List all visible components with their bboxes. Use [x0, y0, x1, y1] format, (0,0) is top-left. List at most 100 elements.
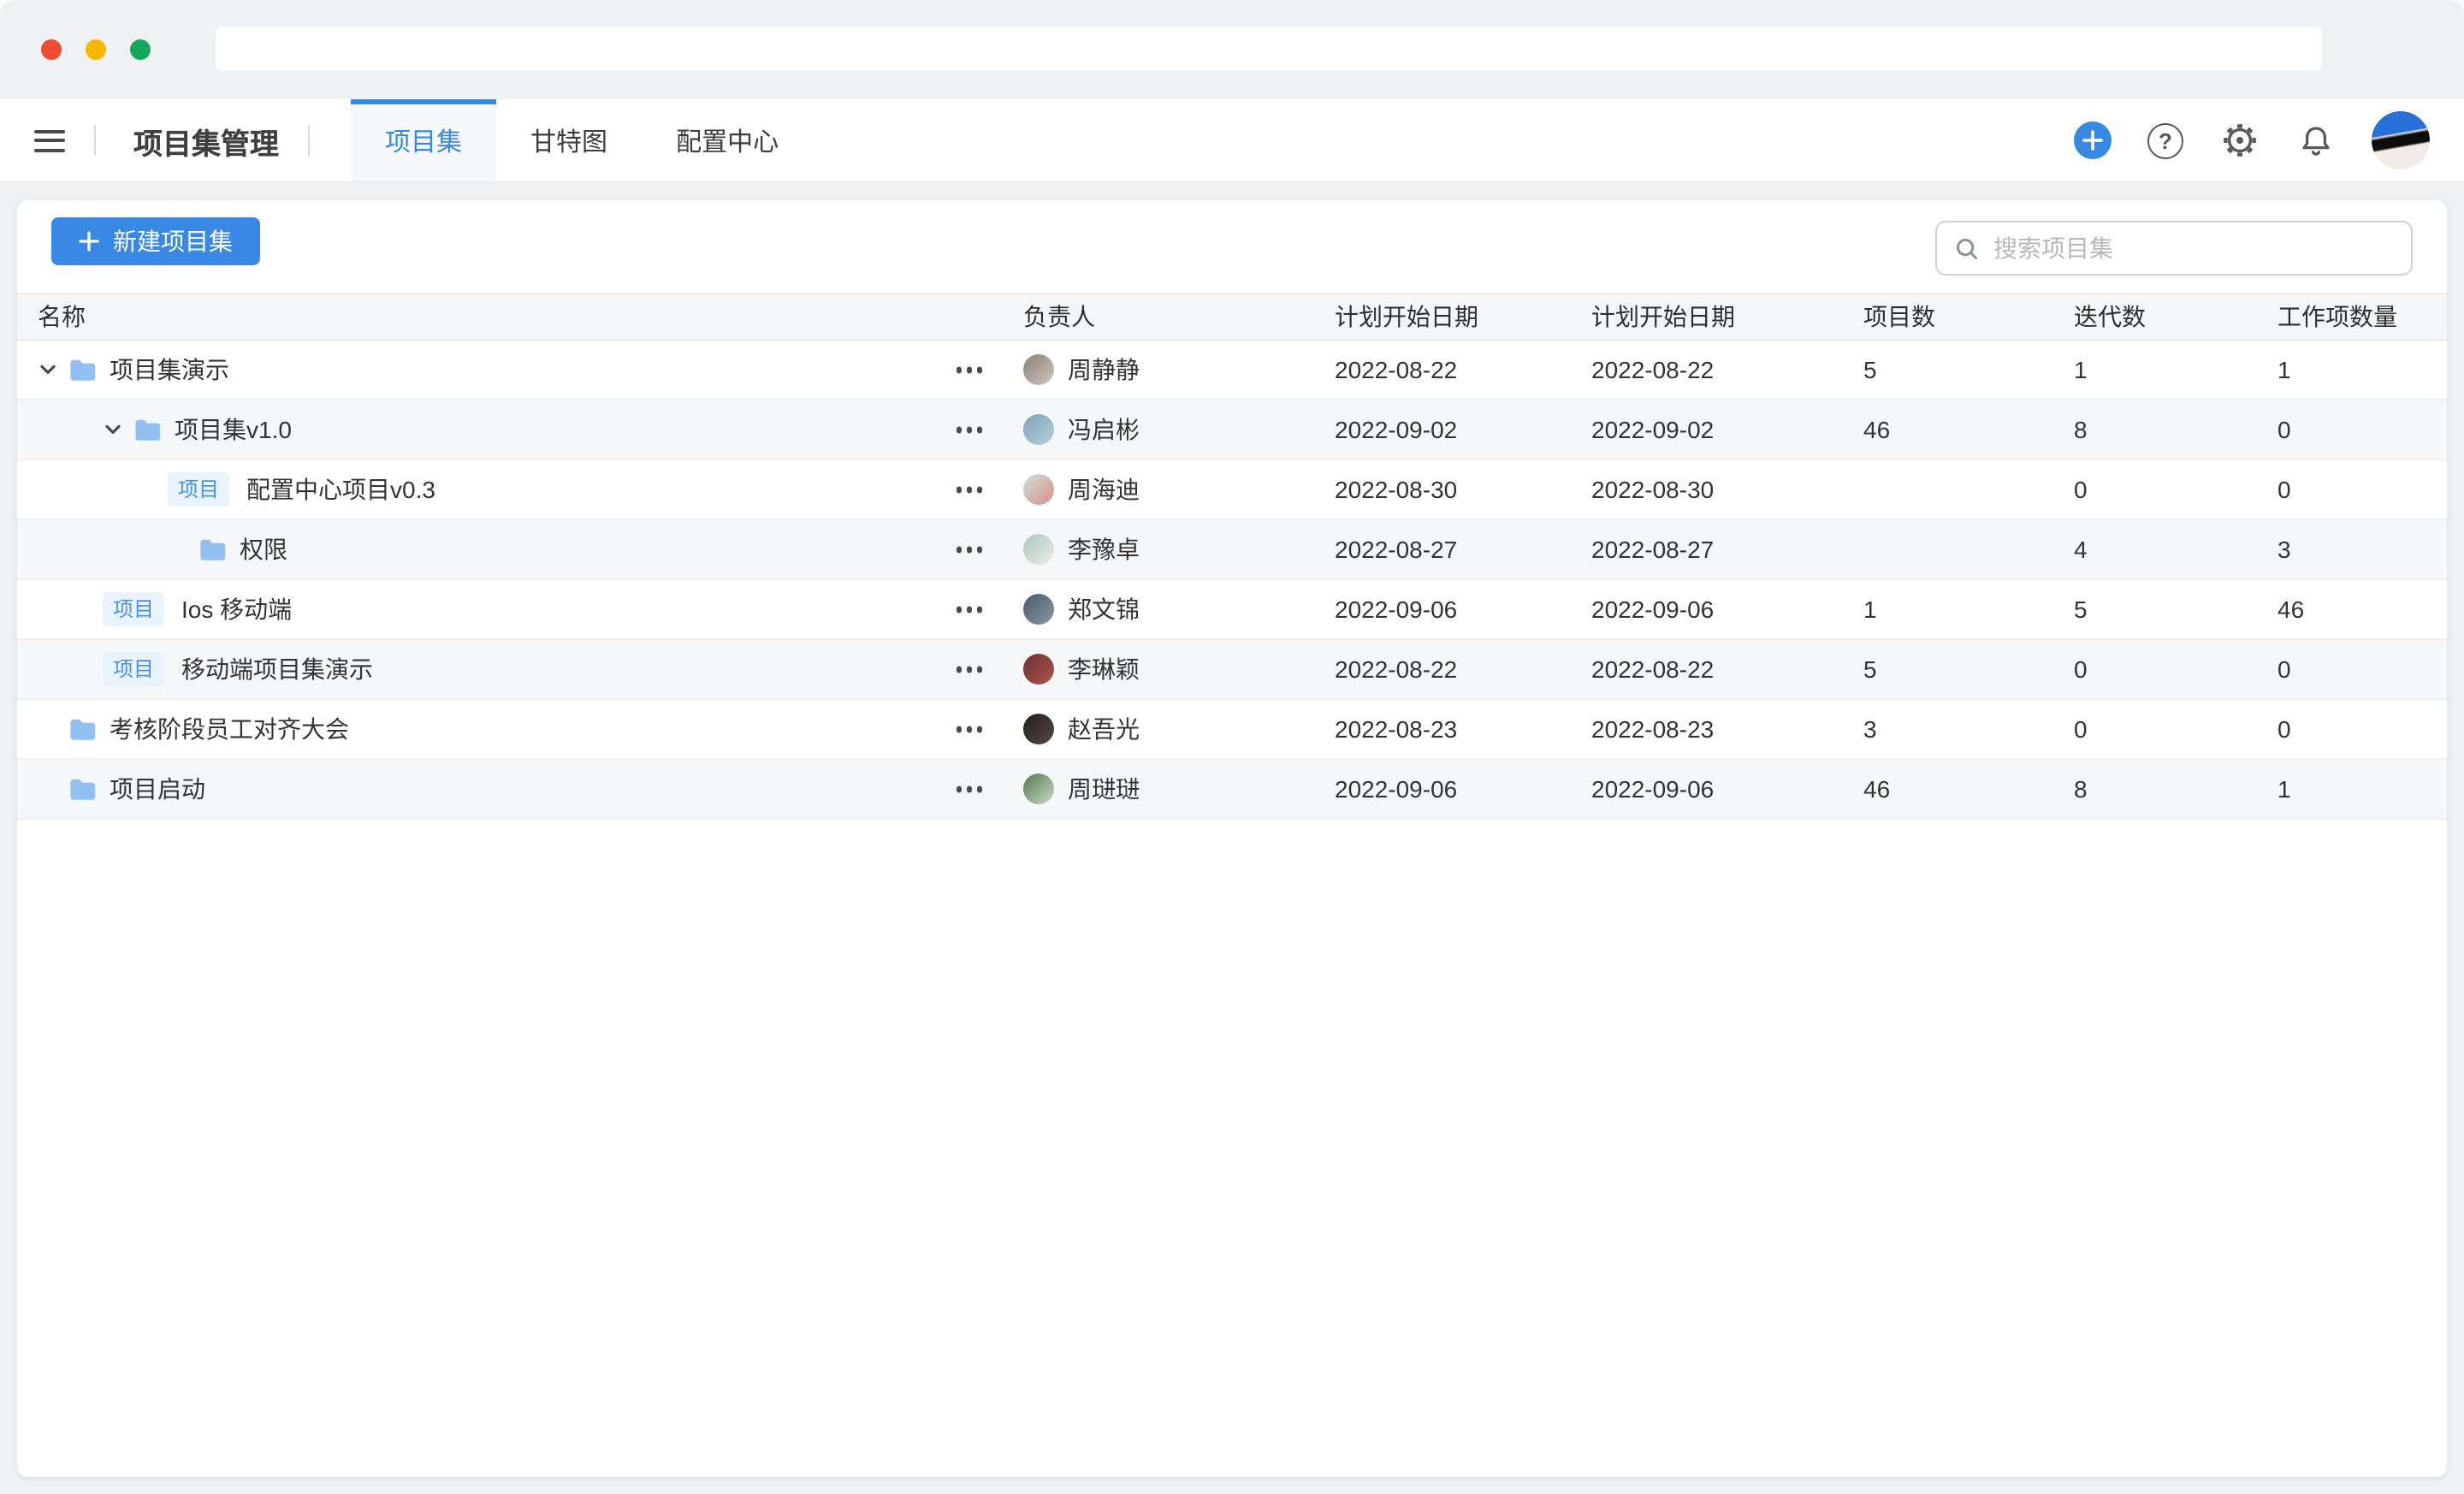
window-minimize-button[interactable]	[86, 39, 106, 59]
table-row[interactable]: 项目 Ios 移动端 郑文锦 2022-09-06 2022-09-06 1 5…	[17, 580, 2447, 640]
avatar	[1023, 534, 1054, 565]
iteration-count-cell: 0	[2074, 715, 2277, 743]
more-actions-button[interactable]	[952, 780, 986, 799]
folder-icon	[68, 777, 96, 801]
plan-start-date-2-cell: 2022-08-22	[1591, 655, 1863, 683]
tab-0[interactable]: 项目集	[351, 99, 496, 181]
project-count-cell: 46	[1863, 775, 2074, 803]
help-icon[interactable]: ?	[2147, 122, 2183, 158]
more-actions-button[interactable]	[952, 360, 986, 380]
owner-cell: 冯启彬	[1023, 412, 1335, 447]
table-header-row: 名称负责人计划开始日期计划开始日期项目数迭代数工作项数量	[17, 293, 2447, 341]
window-close-button[interactable]	[41, 39, 62, 59]
search-icon	[1954, 235, 1980, 261]
more-actions-button[interactable]	[952, 660, 986, 679]
work-item-count-cell: 0	[2277, 655, 2447, 683]
more-actions-button[interactable]	[952, 600, 986, 620]
app-header: 项目集管理 项目集甘特图配置中心 ?	[0, 99, 2464, 183]
iteration-count-cell: 1	[2074, 356, 2277, 383]
window-zoom-button[interactable]	[130, 39, 151, 59]
plan-start-date-cell: 2022-08-27	[1335, 536, 1591, 563]
table-row[interactable]: 项目 移动端项目集演示 李琳颖 2022-08-22 2022-08-22 5 …	[17, 640, 2447, 700]
project-count-cell: 3	[1863, 715, 2074, 743]
avatar	[1023, 774, 1054, 804]
tab-2[interactable]: 配置中心	[642, 99, 813, 181]
window-titlebar	[0, 0, 2464, 99]
work-item-count-cell: 0	[2277, 715, 2447, 743]
name-cell: 项目集v1.0	[17, 400, 1023, 459]
header-actions: ?	[2074, 99, 2464, 181]
project-badge: 项目	[168, 472, 229, 507]
iteration-count-cell: 8	[2074, 775, 2277, 803]
project-count-cell: 1	[1863, 596, 2074, 623]
menu-icon[interactable]	[34, 129, 65, 151]
tab-bar: 项目集甘特图配置中心	[351, 99, 813, 181]
plan-start-date-2-cell: 2022-09-06	[1591, 596, 1863, 623]
table-row[interactable]: 项目集演示 周静静 2022-08-22 2022-08-22 5 1 1	[17, 341, 2447, 400]
settings-gear-icon[interactable]	[2219, 120, 2260, 161]
name-cell: 项目 配置中心项目v0.3	[17, 460, 1023, 519]
plan-start-date-2-cell: 2022-08-30	[1591, 476, 1863, 503]
project-count-cell: 5	[1863, 655, 2074, 683]
name-cell: 项目 Ios 移动端	[17, 580, 1023, 638]
owner-name: 冯启彬	[1068, 412, 1140, 447]
more-actions-button[interactable]	[952, 480, 986, 500]
column-header-1: 负责人	[1023, 299, 1335, 334]
table-row[interactable]: 项目 配置中心项目v0.3 周海迪 2022-08-30 2022-08-30 …	[17, 460, 2447, 520]
app-window: 项目集管理 项目集甘特图配置中心 ?	[0, 0, 2464, 1494]
table-row[interactable]: 项目启动 周琎琎 2022-09-06 2022-09-06 46 8 1	[17, 760, 2447, 820]
more-actions-button[interactable]	[952, 540, 986, 560]
folder-icon	[133, 418, 161, 442]
owner-name: 周静静	[1068, 353, 1140, 387]
table-row[interactable]: 权限 李豫卓 2022-08-27 2022-08-27 4 3	[17, 520, 2447, 580]
chevron-down-icon[interactable]	[103, 419, 133, 440]
table-body: 项目集演示 周静静 2022-08-22 2022-08-22 5 1 1 项目…	[17, 341, 2447, 820]
owner-cell: 周海迪	[1023, 472, 1335, 507]
row-name-label: 项目启动	[110, 772, 205, 806]
row-name-label: Ios 移动端	[181, 592, 292, 626]
projectset-table: 名称负责人计划开始日期计划开始日期项目数迭代数工作项数量 项目集演示 周静静 2…	[17, 293, 2447, 820]
owner-cell: 李豫卓	[1023, 532, 1335, 566]
more-actions-button[interactable]	[952, 420, 986, 440]
iteration-count-cell: 8	[2074, 416, 2277, 443]
table-row[interactable]: 项目集v1.0 冯启彬 2022-09-02 2022-09-02 46 8 0	[17, 400, 2447, 460]
page-background: 新建项目集 名称负责人计划开始日期计划开始日期项目数迭代数工作项数量 项目集演示	[0, 183, 2464, 1494]
owner-cell: 赵吾光	[1023, 712, 1335, 746]
plan-start-date-cell: 2022-09-06	[1335, 596, 1591, 623]
plan-start-date-cell: 2022-08-30	[1335, 476, 1591, 503]
plan-start-date-2-cell: 2022-09-02	[1591, 416, 1863, 443]
more-actions-button[interactable]	[952, 720, 986, 739]
plan-start-date-cell: 2022-08-22	[1335, 655, 1591, 683]
search-box	[1935, 221, 2413, 276]
avatar	[1023, 474, 1054, 505]
work-item-count-cell: 3	[2277, 536, 2447, 563]
page-title: 项目集管理	[133, 119, 279, 162]
table-row[interactable]: 考核阶段员工对齐大会 赵吾光 2022-08-23 2022-08-23 3 0…	[17, 700, 2447, 760]
column-header-0: 名称	[17, 299, 1023, 334]
column-header-2: 计划开始日期	[1335, 299, 1591, 334]
project-badge: 项目	[103, 592, 164, 626]
folder-icon	[68, 717, 96, 741]
row-name-label: 项目集v1.0	[175, 412, 292, 447]
owner-name: 李豫卓	[1068, 532, 1140, 566]
avatar	[1023, 354, 1054, 385]
work-item-count-cell: 0	[2277, 476, 2447, 503]
project-count-cell: 46	[1863, 416, 2074, 443]
row-name-label: 移动端项目集演示	[181, 652, 373, 686]
traffic-lights	[41, 39, 151, 59]
owner-name: 赵吾光	[1068, 712, 1140, 746]
chevron-down-icon[interactable]	[38, 359, 68, 380]
iteration-count-cell: 0	[2074, 655, 2277, 683]
avatar	[1023, 714, 1054, 744]
create-button[interactable]	[2074, 122, 2112, 159]
search-input[interactable]	[1993, 234, 2411, 262]
new-projectset-button[interactable]: 新建项目集	[51, 217, 260, 265]
plan-start-date-cell: 2022-09-06	[1335, 775, 1591, 803]
row-name-label: 权限	[240, 532, 287, 566]
tab-1[interactable]: 甘特图	[496, 99, 642, 181]
user-avatar[interactable]	[2372, 111, 2430, 169]
notification-bell-icon[interactable]	[2296, 121, 2336, 160]
folder-icon	[68, 358, 96, 382]
plan-start-date-2-cell: 2022-08-23	[1591, 715, 1863, 743]
address-bar[interactable]	[216, 27, 2322, 70]
